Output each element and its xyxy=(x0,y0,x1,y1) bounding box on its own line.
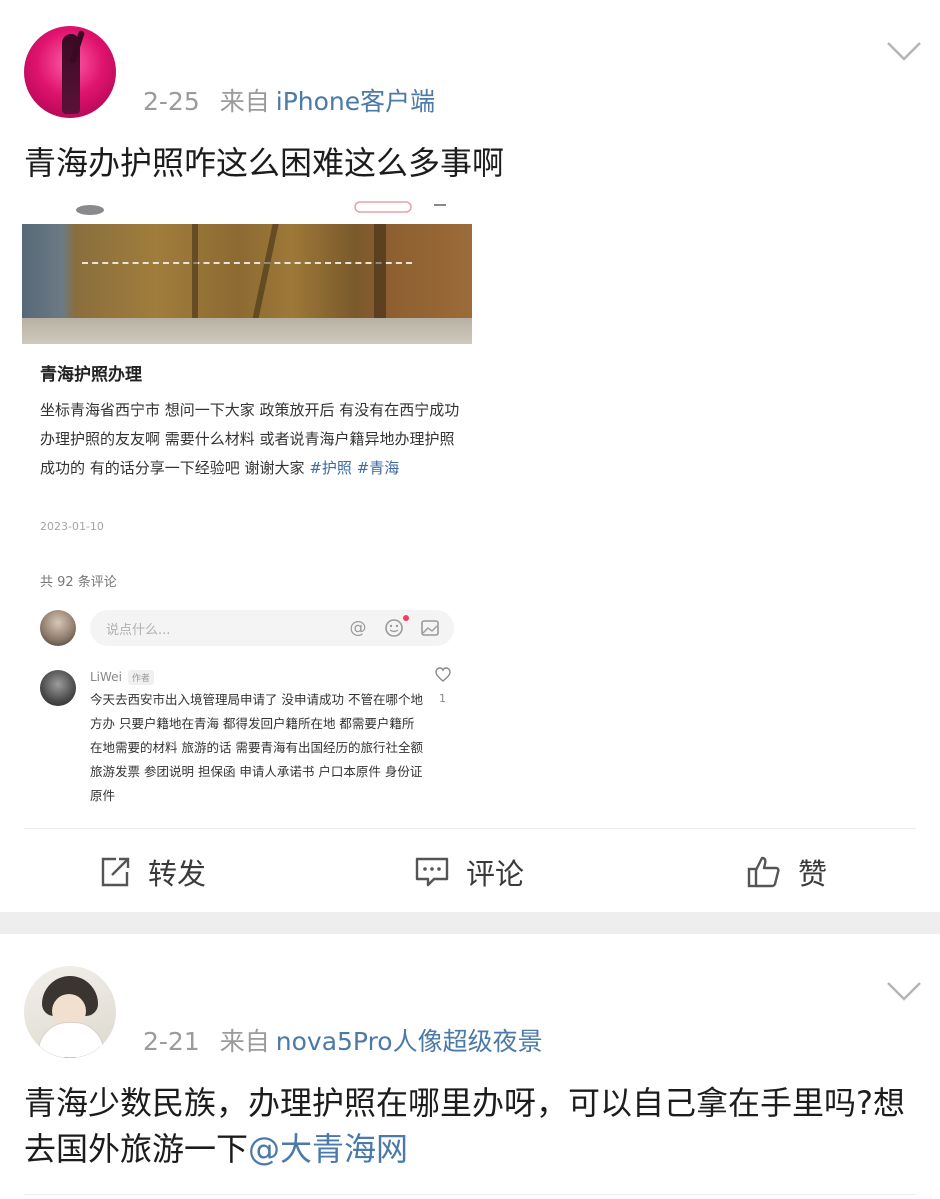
comment-label: 评论 xyxy=(466,857,525,891)
like-button[interactable]: 赞 xyxy=(746,838,827,906)
commenter-name: LiWei 作者 xyxy=(90,670,154,685)
embed-date: 2023-01-10 xyxy=(40,520,104,533)
avatar[interactable] xyxy=(24,26,116,118)
embed-tag[interactable]: #青海 xyxy=(357,459,400,477)
divider xyxy=(24,828,916,829)
post-source[interactable]: iPhone客户端 xyxy=(276,87,435,116)
post-header: 2-21 来自 nova5Pro人像超级夜景 xyxy=(0,960,940,1060)
post-separator xyxy=(0,912,940,934)
thumbs-up-icon xyxy=(747,856,780,888)
post-header: 2-25 来自 iPhone客户端 xyxy=(0,0,940,118)
photo-brick-line xyxy=(82,262,412,266)
photo-shadow xyxy=(251,224,279,324)
comment-like-count: 1 xyxy=(439,692,446,705)
photo-ground xyxy=(22,318,472,344)
action-bar: 转发 评论 赞 xyxy=(0,838,940,906)
source-prefix: 来自 xyxy=(219,87,270,116)
chevron-down-icon[interactable] xyxy=(886,980,922,1002)
embed-body: 坐标青海省西宁市 想问一下大家 政策放开后 有没有在西宁成功办理护照的友友啊 需… xyxy=(40,396,460,483)
embed-tag[interactable]: #护照 xyxy=(309,459,352,477)
post-body: 青海少数民族，办理护照在哪里办呀，可以自己拿在手里吗?想去国外旅游一下 xyxy=(24,1084,905,1168)
photo-shadow xyxy=(374,224,386,324)
embed-input-placeholder: 说点什么... xyxy=(106,623,171,638)
post-text: 青海少数民族，办理护照在哪里办呀，可以自己拿在手里吗?想去国外旅游一下@大青海网 xyxy=(24,1080,914,1172)
photo-shadow xyxy=(192,224,198,324)
mention-link[interactable]: @大青海网 xyxy=(248,1130,408,1168)
divider xyxy=(24,1194,916,1195)
embedded-screenshot[interactable]: 青海护照办理 坐标青海省西宁市 想问一下大家 政策放开后 有没有在西宁成功办理护… xyxy=(22,196,472,816)
like-label: 赞 xyxy=(798,857,828,891)
avatar[interactable] xyxy=(24,966,116,1058)
repost-button[interactable]: 转发 xyxy=(98,838,206,906)
post-time: 2-25 xyxy=(143,87,200,116)
image-icon[interactable] xyxy=(420,618,440,638)
post-time: 2-21 xyxy=(143,1027,200,1056)
chevron-down-icon[interactable] xyxy=(886,40,922,62)
embed-comment-input[interactable]: 说点什么... @ xyxy=(90,610,454,646)
post-source[interactable]: nova5Pro人像超级夜景 xyxy=(276,1027,543,1056)
comment-button[interactable]: 评论 xyxy=(414,838,524,906)
comment-icon xyxy=(415,857,449,887)
cut-off-header xyxy=(76,201,446,215)
embed-comment-count: 共 92 条评论 xyxy=(40,575,117,590)
emoji-icon[interactable] xyxy=(384,618,404,638)
author-badge: 作者 xyxy=(127,670,154,685)
repost-icon xyxy=(101,857,130,887)
at-icon[interactable]: @ xyxy=(348,618,368,638)
commenter-avatar xyxy=(40,670,76,706)
commenter-username: LiWei xyxy=(90,670,122,684)
embed-user-avatar xyxy=(40,610,76,646)
post-meta: 2-21 来自 nova5Pro人像超级夜景 xyxy=(143,1022,543,1058)
heart-icon[interactable] xyxy=(434,666,452,684)
post-text: 青海办护照咋这么困难这么多事啊 xyxy=(24,144,505,182)
post-meta: 2-25 来自 iPhone客户端 xyxy=(143,82,435,118)
avatar-cat xyxy=(38,1022,104,1058)
repost-label: 转发 xyxy=(148,857,207,891)
post-photo xyxy=(22,224,472,344)
notification-dot xyxy=(403,615,409,621)
comment-text: 今天去西安市出入境管理局申请了 没申请成功 不管在哪个地方办 只要户籍地在青海 … xyxy=(90,692,423,803)
source-prefix: 来自 xyxy=(219,1027,270,1056)
embed-title: 青海护照办理 xyxy=(40,365,142,385)
weibo-feed: 2-25 来自 iPhone客户端 青海办护照咋这么困难这么多事啊 青海护照办理 坐… xyxy=(0,0,940,1199)
